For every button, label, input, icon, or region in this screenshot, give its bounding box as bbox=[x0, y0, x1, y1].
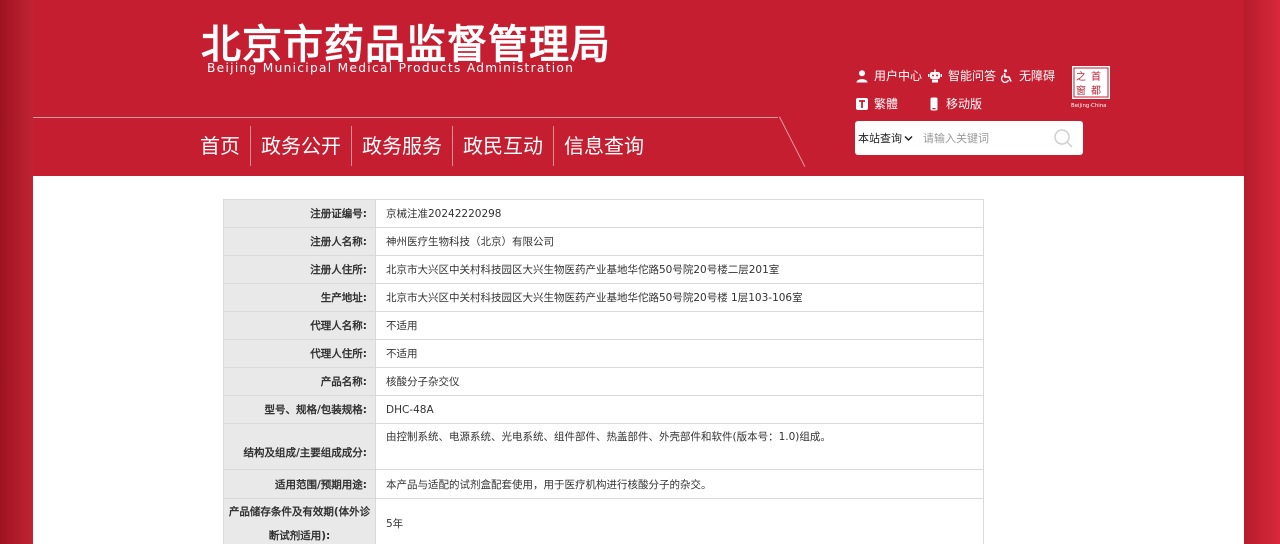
field-value: 神州医疗生物科技（北京）有限公司 bbox=[375, 227, 984, 256]
right-decoration bbox=[1240, 0, 1280, 544]
svg-text:都: 都 bbox=[1091, 85, 1101, 97]
field-value: 不适用 bbox=[375, 339, 984, 368]
field-label: 适用范围/预期用途: bbox=[223, 469, 376, 499]
chevron-down-icon bbox=[904, 135, 913, 141]
field-label: 型号、规格/包装规格: bbox=[223, 395, 376, 424]
table-row: 注册证编号: 京械注准20242220298 bbox=[223, 199, 984, 228]
table-row: 代理人名称: 不适用 bbox=[223, 311, 984, 340]
field-value: 北京市大兴区中关村科技园区大兴生物医药产业基地华佗路50号院20号楼 1层103… bbox=[375, 283, 984, 312]
field-value: 不适用 bbox=[375, 311, 984, 340]
capital-seal-icon: 之 首 窗 都 Beijing·China bbox=[1071, 66, 1110, 109]
nav-gov-affairs[interactable]: 政务公开 bbox=[251, 125, 351, 167]
smart-qa-label: 智能问答 bbox=[948, 69, 997, 83]
capital-window-logo[interactable]: 之 首 窗 都 Beijing·China bbox=[1071, 65, 1113, 109]
accessibility-link[interactable]: 无障碍 bbox=[1000, 67, 1055, 84]
search-button[interactable] bbox=[1053, 128, 1073, 152]
traditional-label: 繁體 bbox=[874, 97, 899, 111]
table-row: 注册人名称: 神州医疗生物科技（北京）有限公司 bbox=[223, 227, 984, 256]
user-center-link[interactable]: 用户中心 bbox=[855, 67, 922, 84]
mobile-version-link[interactable]: 移动版 bbox=[927, 95, 982, 112]
mobile-label: 移动版 bbox=[946, 97, 983, 111]
table-row: 适用范围/预期用途: 本产品与适配的试剂盒配套使用，用于医疗机构进行核酸分子的杂… bbox=[223, 469, 984, 499]
smart-qa-link[interactable]: 智能问答 bbox=[927, 67, 996, 84]
header-divider bbox=[33, 117, 778, 118]
field-label: 结构及组成/主要组成成分: bbox=[223, 423, 376, 470]
field-label: 代理人名称: bbox=[223, 311, 376, 340]
table-row: 结构及组成/主要组成成分: 由控制系统、电源系统、光电系统、组件部件、热盖部件、… bbox=[223, 423, 984, 470]
field-value: 由控制系统、电源系统、光电系统、组件部件、热盖部件、外壳部件和软件(版本号：1.… bbox=[375, 423, 984, 470]
field-value: 京械注准20242220298 bbox=[375, 199, 984, 228]
accessibility-label: 无障碍 bbox=[1019, 69, 1056, 83]
field-value: DHC-48A bbox=[375, 395, 984, 424]
nav-interaction[interactable]: 政民互动 bbox=[453, 125, 553, 167]
field-label: 注册人住所: bbox=[223, 255, 376, 284]
svg-text:首: 首 bbox=[1091, 70, 1101, 83]
logo-subtitle: Beijing Municipal Medical Products Admin… bbox=[207, 61, 575, 75]
search-input[interactable] bbox=[923, 131, 1043, 145]
svg-text:窗: 窗 bbox=[1076, 84, 1086, 97]
search-icon bbox=[1054, 129, 1073, 148]
nav-gov-services[interactable]: 政务服务 bbox=[352, 125, 452, 167]
table-row: 产品储存条件及有效期(体外诊断试剂适用): 5年 bbox=[223, 498, 984, 544]
svg-text:之: 之 bbox=[1076, 70, 1086, 83]
field-value: 本产品与适配的试剂盒配套使用，用于医疗机构进行核酸分子的杂交。 bbox=[375, 469, 984, 499]
table-row: 注册人住所: 北京市大兴区中关村科技园区大兴生物医药产业基地华佗路50号院20号… bbox=[223, 255, 984, 284]
field-label: 注册人名称: bbox=[223, 227, 376, 256]
field-label: 生产地址: bbox=[223, 283, 376, 312]
table-row: 产品名称: 核酸分子杂交仪 bbox=[223, 367, 984, 396]
nav-info-query[interactable]: 信息查询 bbox=[554, 125, 654, 167]
traditional-chinese-link[interactable]: 繁體 bbox=[855, 95, 898, 112]
field-label: 产品储存条件及有效期(体外诊断试剂适用): bbox=[223, 498, 376, 544]
table-row: 生产地址: 北京市大兴区中关村科技园区大兴生物医药产业基地华佗路50号院20号楼… bbox=[223, 283, 984, 312]
field-label: 产品名称: bbox=[223, 367, 376, 396]
site-search: 本站查询 bbox=[855, 121, 1083, 155]
mobile-phone-icon bbox=[930, 97, 938, 110]
registration-record-table: 注册证编号: 京械注准20242220298 注册人名称: 神州医疗生物科技（北… bbox=[223, 199, 984, 544]
table-row: 代理人住所: 不适用 bbox=[223, 339, 984, 368]
user-icon bbox=[856, 69, 868, 82]
field-value: 北京市大兴区中关村科技园区大兴生物医药产业基地华佗路50号院20号楼二层201室 bbox=[375, 255, 984, 284]
field-value: 5年 bbox=[375, 498, 984, 544]
table-row: 型号、规格/包装规格: DHC-48A bbox=[223, 395, 984, 424]
seal-caption: Beijing·China bbox=[1071, 103, 1106, 109]
search-scope-label: 本站查询 bbox=[858, 132, 902, 145]
field-value: 核酸分子杂交仪 bbox=[375, 367, 984, 396]
wheelchair-icon bbox=[1000, 68, 1012, 83]
field-label: 注册证编号: bbox=[223, 199, 376, 228]
field-label: 代理人住所: bbox=[223, 339, 376, 368]
search-scope-select[interactable]: 本站查询 bbox=[858, 130, 913, 146]
robot-icon bbox=[928, 69, 942, 82]
user-center-label: 用户中心 bbox=[874, 69, 923, 83]
traditional-text-icon bbox=[856, 97, 868, 110]
main-nav: 首页 政务公开 政务服务 政民互动 信息查询 bbox=[200, 125, 654, 167]
nav-home[interactable]: 首页 bbox=[200, 125, 250, 167]
